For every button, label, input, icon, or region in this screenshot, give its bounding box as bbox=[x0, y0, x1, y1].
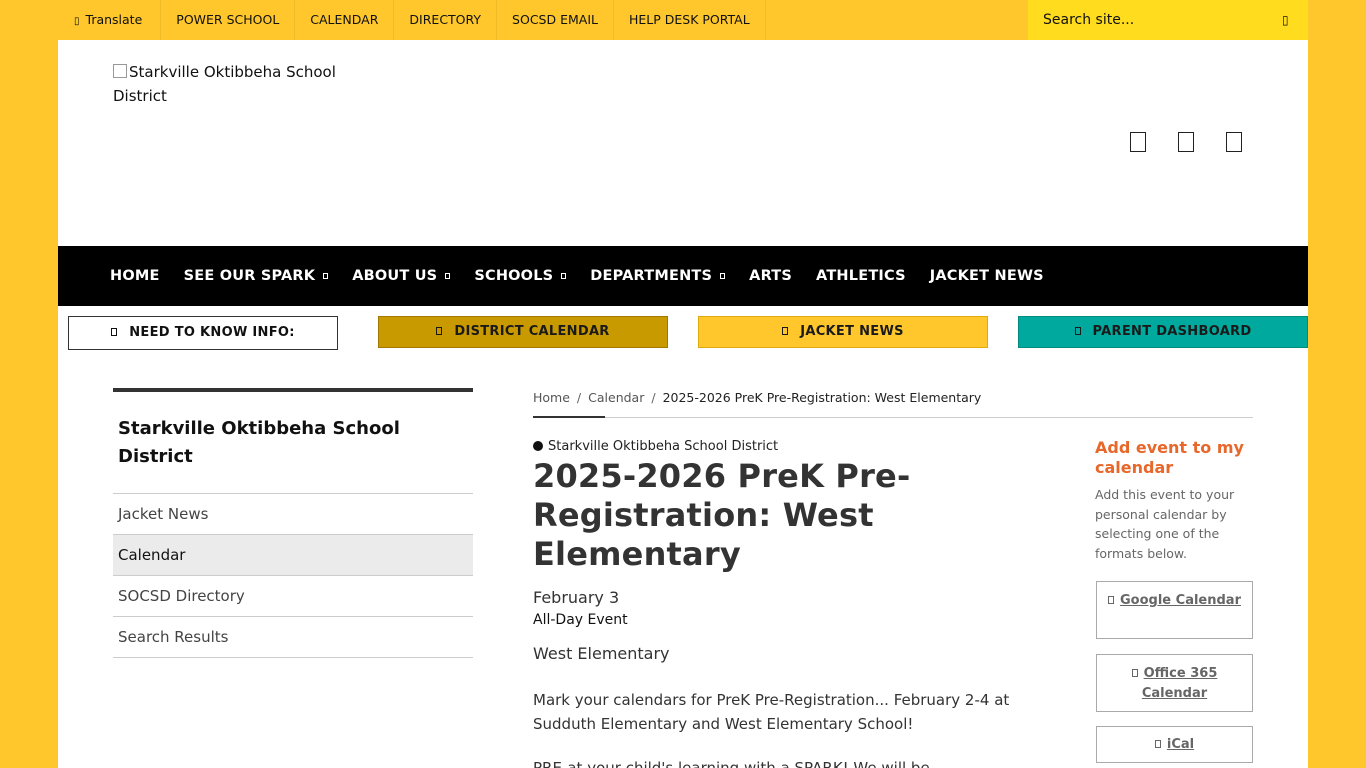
add-to-calendar-heading: Add event to my calendar bbox=[1095, 438, 1244, 477]
event-date: February 3 bbox=[533, 588, 620, 607]
utility-bar: ▯ Translate POWER SCHOOL CALENDAR DIRECTO… bbox=[58, 0, 1308, 40]
page-container: Starkville Oktibbeha School District HOM… bbox=[58, 40, 1308, 768]
utility-link-help-desk[interactable]: HELP DESK PORTAL bbox=[614, 0, 766, 40]
office-365-calendar-button[interactable]: Office 365 Calendar bbox=[1096, 654, 1253, 712]
need-to-know-button[interactable]: NEED TO KNOW INFO: bbox=[68, 316, 338, 350]
event-location: West Elementary bbox=[533, 644, 670, 663]
google-calendar-button[interactable]: Google Calendar bbox=[1096, 581, 1253, 639]
event-organization: Starkville Oktibbeha School District bbox=[533, 438, 1013, 456]
dropdown-icon bbox=[561, 273, 567, 279]
main-navigation: HOME SEE OUR SPARK ABOUT US SCHOOLS DEPA… bbox=[58, 246, 1308, 306]
search-icon[interactable]: ▯ bbox=[1282, 13, 1294, 27]
dropdown-icon bbox=[323, 273, 329, 279]
calendar-icon bbox=[436, 327, 443, 335]
jacket-news-button[interactable]: JACKET NEWS bbox=[698, 316, 988, 348]
office-icon bbox=[1131, 669, 1138, 677]
utility-link-directory[interactable]: DIRECTORY bbox=[394, 0, 498, 40]
breadcrumb-current: 2025-2026 PreK Pre-Registration: West El… bbox=[662, 390, 982, 405]
district-logo[interactable]: Starkville Oktibbeha School District bbox=[113, 60, 353, 108]
info-icon bbox=[111, 328, 118, 336]
event-detail: Starkville Oktibbeha School District 202… bbox=[533, 438, 1013, 768]
event-title: 2025-2026 PreK Pre-Registration: West El… bbox=[533, 457, 911, 573]
event-time: All-Day Event bbox=[533, 612, 628, 628]
nav-item-about-us[interactable]: ABOUT US bbox=[352, 268, 451, 284]
nav-item-departments[interactable]: DEPARTMENTS bbox=[590, 268, 726, 284]
sidebar-item-socsd-directory[interactable]: SOCSD Directory bbox=[113, 576, 473, 617]
breadcrumb-separator: / bbox=[576, 390, 582, 405]
sidebar-title: Starkville Oktibbeha School District bbox=[113, 392, 473, 494]
breadcrumb-home[interactable]: Home bbox=[533, 390, 570, 405]
breadcrumb-separator: / bbox=[651, 390, 656, 405]
globe-icon: ▯ bbox=[74, 16, 80, 27]
social-links bbox=[1130, 132, 1242, 152]
translate-button[interactable]: ▯ Translate bbox=[58, 0, 162, 40]
breadcrumb-underline bbox=[533, 416, 605, 418]
news-icon bbox=[782, 327, 789, 335]
event-description: Mark your calendars for PreK Pre-Registr… bbox=[533, 691, 1010, 733]
instagram-icon[interactable] bbox=[1226, 132, 1242, 152]
add-to-calendar-text: Add this event to your personal calendar… bbox=[1095, 487, 1235, 561]
nav-item-athletics[interactable]: ATHLETICS bbox=[816, 268, 906, 284]
sidebar: Starkville Oktibbeha School District Jac… bbox=[113, 388, 473, 658]
nav-item-schools[interactable]: SCHOOLS bbox=[474, 268, 567, 284]
search-input[interactable] bbox=[1028, 0, 1268, 40]
dropdown-icon bbox=[720, 273, 726, 279]
nav-item-jacket-news[interactable]: JACKET NEWS bbox=[930, 268, 1044, 284]
event-description-more: PRE-at your child's learning with a SPAR… bbox=[533, 759, 944, 768]
dashboard-icon bbox=[1074, 327, 1081, 335]
utility-links: ▯ Translate POWER SCHOOL CALENDAR DIRECTO… bbox=[58, 0, 766, 40]
parent-dashboard-button[interactable]: PARENT DASHBOARD bbox=[1018, 316, 1308, 348]
nav-item-home[interactable]: HOME bbox=[110, 268, 160, 284]
broken-image-icon bbox=[113, 64, 127, 78]
sidebar-item-jacket-news[interactable]: Jacket News bbox=[113, 494, 473, 535]
nav-item-see-our-spark[interactable]: SEE OUR SPARK bbox=[184, 268, 329, 284]
utility-link-power-school[interactable]: POWER SCHOOL bbox=[161, 0, 296, 40]
facebook-icon[interactable] bbox=[1130, 132, 1146, 152]
add-to-calendar: Add event to my calendar Add this event … bbox=[1095, 438, 1253, 563]
sidebar-item-search-results[interactable]: Search Results bbox=[113, 617, 473, 658]
sidebar-item-calendar[interactable]: Calendar bbox=[113, 535, 473, 576]
site-search: ▯ bbox=[1028, 0, 1308, 40]
dropdown-icon bbox=[445, 273, 451, 279]
utility-link-calendar[interactable]: CALENDAR bbox=[295, 0, 395, 40]
breadcrumb: Home / Calendar / 2025-2026 PreK Pre-Registr… bbox=[533, 388, 1253, 418]
utility-link-socsd-email[interactable]: SOCSD EMAIL bbox=[497, 0, 614, 40]
apple-icon bbox=[1154, 740, 1161, 748]
district-calendar-button[interactable]: DISTRICT CALENDAR bbox=[378, 316, 668, 348]
ical-button[interactable]: iCal bbox=[1096, 726, 1253, 763]
nav-item-arts[interactable]: ARTS bbox=[749, 268, 792, 284]
breadcrumb-calendar[interactable]: Calendar bbox=[588, 390, 644, 405]
twitter-icon[interactable] bbox=[1178, 132, 1194, 152]
google-icon bbox=[1108, 596, 1115, 604]
calendar-dot-icon bbox=[533, 441, 543, 451]
